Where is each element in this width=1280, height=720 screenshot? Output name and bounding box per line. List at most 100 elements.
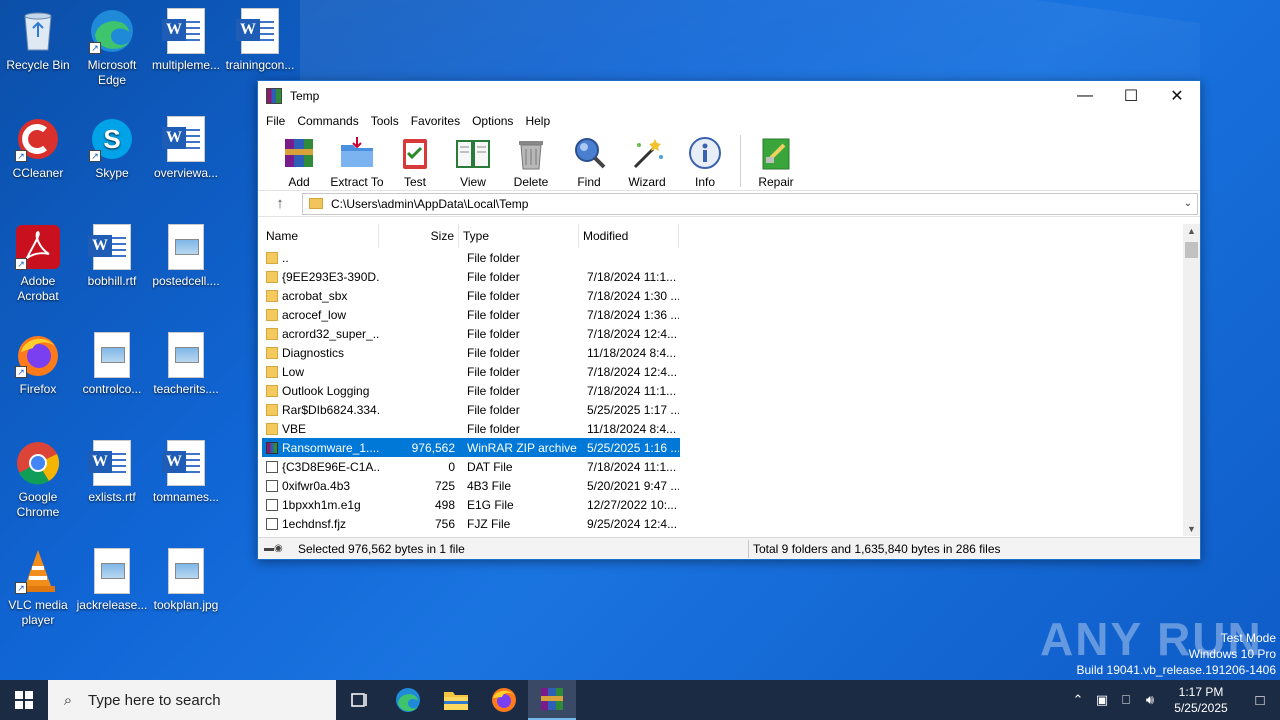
table-row[interactable]: Ransomware_1.... 976,562 WinRAR ZIP archiv… [262, 438, 680, 457]
magic-wand-icon [629, 135, 665, 171]
add-button[interactable]: Add [270, 135, 328, 189]
desktop-icon-postedcell[interactable]: postedcell.... [148, 224, 224, 289]
table-row[interactable]: {9EE293E3-390D... File folder 7/18/2024 11… [262, 267, 680, 286]
desktop-icon-skype[interactable]: S ↗ Skype [74, 116, 150, 181]
column-header-type[interactable]: Type [459, 224, 579, 248]
desktop-icon-label: Microsoft Edge [87, 58, 137, 87]
delete-button[interactable]: Delete [502, 135, 560, 189]
cell-name: Diagnostics [262, 346, 379, 360]
extract-to-button[interactable]: Extract To [328, 135, 386, 189]
desktop-icon-overviewa[interactable]: W overviewa... [148, 116, 224, 181]
desktop-icon-firefox[interactable]: ↗ Firefox [0, 332, 76, 397]
shortcut-arrow-icon: ↗ [89, 42, 101, 54]
scroll-up-icon[interactable]: ▲ [1183, 226, 1200, 236]
info-button[interactable]: Info [676, 135, 734, 189]
chevron-up-icon[interactable]: ⌃ [1066, 692, 1090, 708]
desktop-icon-jackrelease[interactable]: jackrelease... [74, 548, 150, 613]
toolbar-separator [740, 135, 741, 187]
desktop-icon-label: tookplan.jpg [153, 598, 219, 612]
file-list: Name Size Type Modified ⌃ .. File folder{… [262, 224, 1186, 536]
menu-options[interactable]: Options [466, 114, 519, 128]
table-row[interactable]: {C3D8E96E-C1A... 0 DAT File 7/18/2024 11:1.… [262, 457, 680, 476]
test-button[interactable]: Test [386, 135, 444, 189]
find-button[interactable]: Find [560, 135, 618, 189]
clock[interactable]: 1:17 PM 5/25/2025 [1162, 684, 1240, 716]
cell-type: File folder [467, 345, 520, 360]
desktop-icon-microsoft-edge[interactable]: ↗ Microsoft Edge [74, 8, 150, 88]
table-row[interactable]: acrord32_super_... File folder 7/18/2024 1… [262, 324, 680, 343]
file-name: Diagnostics [282, 345, 345, 360]
repair-button[interactable]: Repair [747, 135, 805, 189]
column-header-modified[interactable]: Modified [579, 224, 679, 248]
file-icon [266, 517, 278, 530]
maximize-button[interactable]: ☐ [1108, 81, 1154, 111]
desktop-icon-controlco[interactable]: controlco... [74, 332, 150, 397]
desktop-icon-multipleme[interactable]: W multipleme... [148, 8, 224, 73]
start-button[interactable] [0, 680, 48, 720]
desktop-icon-vlc[interactable]: ↗ VLC media player [0, 548, 76, 628]
table-row[interactable]: Diagnostics File folder 11/18/2024 8:4... [262, 343, 680, 362]
table-row[interactable]: 1bpxxh1m.e1g 498 E1G File 12/27/2022 10:... [262, 495, 680, 514]
menu-favorites[interactable]: Favorites [405, 114, 466, 128]
desktop-icon-trainingcon[interactable]: W trainingcon... [222, 8, 298, 73]
scroll-down-icon[interactable]: ▼ [1183, 524, 1200, 534]
up-arrow-icon[interactable]: ↑ [258, 195, 302, 212]
desktop-icon-adobe-acrobat[interactable]: ↗ Adobe Acrobat [0, 224, 76, 304]
taskbar-edge[interactable] [384, 680, 432, 720]
file-name: Low [282, 364, 305, 379]
folder-icon [266, 403, 278, 416]
table-row[interactable]: acrocef_low File folder 7/18/2024 1:36 ... [262, 305, 680, 324]
task-view-button[interactable] [336, 680, 384, 720]
chevron-down-icon[interactable]: ⌄ [1179, 198, 1197, 209]
path-field[interactable]: C:\Users\admin\AppData\Local\Temp ⌄ [302, 192, 1198, 215]
taskbar: ⌕ Type here to search ⌃ ▣ ⎕ 🔊︎ 1:17 PM 5… [0, 680, 1280, 720]
network-icon[interactable]: ⎕ [1114, 692, 1138, 708]
desktop-icon-ccleaner[interactable]: ↗ CCleaner [0, 116, 76, 181]
desktop-icon-google-chrome[interactable]: Google Chrome [0, 440, 76, 520]
taskbar-winrar[interactable] [528, 680, 576, 720]
file-name: acrobat_sbx [282, 288, 348, 303]
table-row[interactable]: VBE File folder 11/18/2024 8:4... [262, 419, 680, 438]
title-bar[interactable]: Temp — ☐ ✕ [258, 81, 1200, 111]
desktop-icon-recycle-bin[interactable]: Recycle Bin [0, 8, 76, 73]
table-row[interactable]: 0xifwr0a.4b3 725 4B3 File 5/20/2021 9:47 ..… [262, 476, 680, 495]
cell-modified: 12/27/2022 10:... [587, 497, 678, 512]
device-icon[interactable]: ▣ [1090, 692, 1114, 708]
table-row[interactable]: Low File folder 7/18/2024 12:4... [262, 362, 680, 381]
menu-help[interactable]: Help [519, 114, 556, 128]
table-row[interactable]: Outlook Logging File folder 7/18/2024 11:1… [262, 381, 680, 400]
table-row[interactable]: Rar$DIb6824.334... File folder 5/25/2025 1… [262, 400, 680, 419]
taskbar-firefox[interactable] [480, 680, 528, 720]
word-document-icon: W [162, 116, 209, 162]
menu-file[interactable]: File [260, 114, 291, 128]
taskbar-search-box[interactable]: ⌕ Type here to search [48, 680, 336, 720]
table-row[interactable]: acrobat_sbx File folder 7/18/2024 1:30 ... [262, 286, 680, 305]
image-file-icon [89, 332, 135, 378]
volume-icon[interactable]: 🔊︎ [1138, 692, 1162, 708]
zip-archive-icon [266, 441, 278, 454]
cell-name: acrord32_super_... [262, 327, 379, 341]
close-button[interactable]: ✕ [1154, 81, 1200, 111]
skype-icon: S ↗ [89, 116, 135, 162]
desktop-icon-exlists[interactable]: W exlists.rtf [74, 440, 150, 505]
desktop-icon-tookplan[interactable]: tookplan.jpg [148, 548, 224, 613]
desktop-icon-label: Firefox [19, 382, 57, 396]
scroll-thumb[interactable] [1185, 242, 1198, 258]
menu-commands[interactable]: Commands [291, 114, 364, 128]
notification-icon[interactable]: □ [1240, 692, 1280, 709]
view-button[interactable]: View [444, 135, 502, 189]
wizard-button[interactable]: Wizard [618, 135, 676, 189]
desktop-icon-tomnames[interactable]: W tomnames... [148, 440, 224, 505]
vertical-scrollbar[interactable]: ▲ ▼ [1183, 224, 1200, 536]
table-row[interactable]: 1echdnsf.fjz 756 FJZ File 9/25/2024 12:4... [262, 514, 680, 533]
minimize-button[interactable]: — [1062, 81, 1108, 111]
column-header-size[interactable]: Size [379, 224, 459, 248]
menu-tools[interactable]: Tools [365, 114, 405, 128]
desktop-icon-bobhill[interactable]: W bobhill.rtf [74, 224, 150, 289]
desktop-icon-label: Adobe Acrobat [17, 274, 59, 303]
desktop-icon-teacherits[interactable]: teacherits.... [148, 332, 224, 397]
vlc-cone-icon: ↗ [15, 548, 61, 594]
cell-modified: 7/18/2024 11:1... [587, 383, 677, 398]
taskbar-file-explorer[interactable] [432, 680, 480, 720]
table-row[interactable]: .. File folder [262, 248, 680, 267]
